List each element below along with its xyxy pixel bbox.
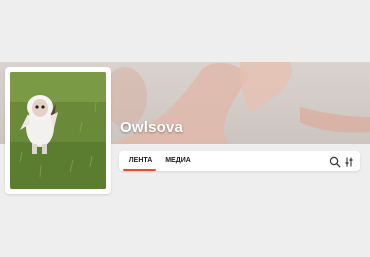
avatar-card (5, 67, 111, 194)
tab-feed[interactable]: ЛЕНТА (124, 151, 157, 171)
tabs-bar: ЛЕНТА МЕДИА (119, 151, 360, 171)
filter-icon[interactable] (343, 155, 355, 167)
profile-name: Owlsova (120, 119, 184, 136)
tab-media[interactable]: МЕДИА (163, 151, 193, 171)
avatar[interactable] (10, 72, 106, 189)
top-strip (0, 0, 370, 62)
search-icon[interactable] (329, 155, 341, 168)
active-tab-indicator (123, 169, 156, 171)
